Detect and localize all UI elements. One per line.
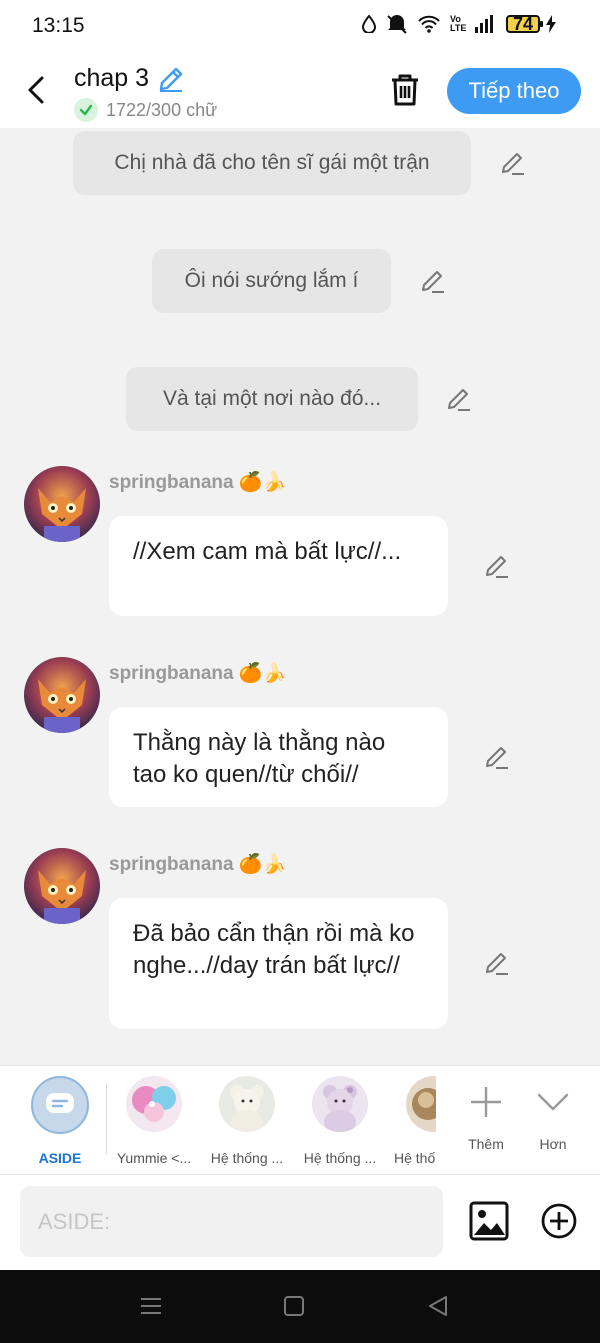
network-label: Vo LTE xyxy=(450,14,467,33)
add-character-button[interactable]: Thêm xyxy=(450,1076,522,1152)
edit-icon[interactable] xyxy=(484,950,510,976)
menu-icon[interactable] xyxy=(139,1294,163,1318)
aside-input[interactable] xyxy=(20,1186,443,1257)
character-label: Hệ thố xyxy=(394,1150,436,1166)
signal-icon xyxy=(475,15,493,33)
drop-icon xyxy=(362,15,376,33)
message-bubble[interactable]: //Xem cam mà bất lực//... xyxy=(109,516,448,616)
character-avatar xyxy=(406,1076,436,1132)
charging-icon xyxy=(546,15,556,33)
check-icon xyxy=(74,98,98,122)
narration-bubble[interactable]: Ôi nói sướng lắm í xyxy=(152,249,391,313)
back-icon[interactable] xyxy=(426,1294,450,1318)
pencil-icon[interactable] xyxy=(157,65,185,93)
edit-icon[interactable] xyxy=(446,386,472,412)
character-item[interactable]: Hệ thống ... xyxy=(202,1076,292,1166)
editor-header: chap 3 1722/300 chữ Tiếp theo xyxy=(0,52,600,128)
chapter-title-text: chap 3 xyxy=(74,64,150,92)
character-selector: ASIDE Yummie <... Hệ thống ... Hệ thống … xyxy=(0,1065,600,1175)
character-label: Hệ thống ... xyxy=(303,1150,377,1166)
chapter-title[interactable]: chap 3 xyxy=(74,64,185,93)
status-bar: 13:15 Vo LTE 74 xyxy=(0,0,600,52)
next-button[interactable]: Tiếp theo xyxy=(447,68,581,114)
message-bubble[interactable]: Thằng này là thằng nào tao ko quen//từ c… xyxy=(109,707,448,807)
mute-icon xyxy=(387,15,407,34)
add-circle-icon[interactable] xyxy=(540,1202,578,1240)
expand-button[interactable]: Hơn xyxy=(520,1076,586,1152)
divider xyxy=(106,1084,107,1154)
narration-bubble[interactable]: Và tại một nơi nào đó... xyxy=(126,367,418,431)
avatar[interactable] xyxy=(24,466,100,542)
edit-icon[interactable] xyxy=(484,553,510,579)
home-icon[interactable] xyxy=(282,1294,306,1318)
character-avatar xyxy=(312,1076,368,1132)
character-aside[interactable]: ASIDE xyxy=(15,1076,105,1166)
username: springbanana 🍊🍌 xyxy=(109,663,287,684)
edit-icon[interactable] xyxy=(500,150,526,176)
chevron-down-icon xyxy=(537,1093,569,1111)
image-icon[interactable] xyxy=(469,1201,509,1241)
character-label: Yummie <... xyxy=(116,1150,192,1166)
edit-icon[interactable] xyxy=(420,268,446,294)
edit-icon[interactable] xyxy=(484,744,510,770)
narration-bubble[interactable]: Chị nhà đã cho tên sĩ gái một trận xyxy=(73,131,471,195)
avatar[interactable] xyxy=(24,657,100,733)
character-label: Hệ thống ... xyxy=(210,1150,284,1166)
word-count: 1722/300 chữ xyxy=(74,98,217,122)
message-bubble[interactable]: Đã bảo cẩn thận rồi mà ko nghe...//day t… xyxy=(109,898,448,1029)
system-nav-bar xyxy=(0,1270,600,1343)
trash-icon[interactable] xyxy=(388,72,422,108)
aside-icon xyxy=(31,1076,89,1134)
character-avatar xyxy=(126,1076,182,1132)
back-arrow-icon[interactable] xyxy=(22,72,52,108)
status-time: 13:15 xyxy=(32,14,85,37)
expand-label: Hơn xyxy=(539,1136,567,1152)
username: springbanana 🍊🍌 xyxy=(109,854,287,875)
plus-icon xyxy=(471,1087,501,1117)
status-icons: Vo LTE 74 xyxy=(362,14,556,34)
chat-area[interactable]: Chị nhà đã cho tên sĩ gái một trận Ôi nó… xyxy=(0,128,600,1065)
input-area xyxy=(0,1175,600,1270)
add-character-label: Thêm xyxy=(468,1136,504,1152)
character-item[interactable]: Hệ thố xyxy=(388,1076,436,1166)
character-item[interactable]: Hệ thống ... xyxy=(295,1076,385,1166)
avatar[interactable] xyxy=(24,848,100,924)
word-count-text: 1722/300 chữ xyxy=(106,99,218,120)
username: springbanana 🍊🍌 xyxy=(109,472,287,493)
wifi-icon xyxy=(418,15,440,33)
character-item[interactable]: Yummie <... xyxy=(109,1076,199,1166)
battery-icon: 74 xyxy=(506,15,543,33)
character-avatar xyxy=(219,1076,275,1132)
character-label: ASIDE xyxy=(38,1150,82,1166)
